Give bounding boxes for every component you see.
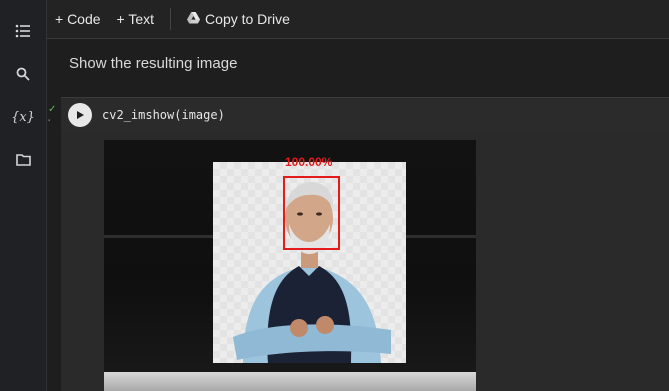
text-cell-content: Show the resulting image <box>69 55 238 72</box>
detection-confidence-label: 100.00% <box>285 155 333 169</box>
search-icon[interactable] <box>9 60 37 88</box>
image-bottom-strip <box>104 372 476 391</box>
output-image: 100.00% <box>104 140 476 391</box>
run-cell-button[interactable] <box>68 103 92 127</box>
code-editor[interactable]: cv2_imshow(image) <box>102 108 225 122</box>
drive-icon <box>187 11 201 27</box>
execution-check-icon: ✓ <box>48 104 57 115</box>
add-text-button[interactable]: + Text <box>109 5 163 33</box>
copy-to-drive-label: Copy to Drive <box>205 11 290 27</box>
notebook-toolbar: + Code + Text Copy to Drive <box>47 0 669 39</box>
table-of-contents-icon[interactable] <box>9 17 37 45</box>
toolbar-divider <box>170 8 172 30</box>
copy-to-drive-button[interactable]: Copy to Drive <box>179 5 298 33</box>
files-folder-icon[interactable] <box>9 146 37 174</box>
execution-time-marker: ▪ <box>48 118 51 124</box>
left-sidebar: {x} <box>0 0 47 391</box>
cell-gutter <box>47 97 61 391</box>
play-icon <box>77 111 84 119</box>
variables-icon[interactable]: {x} <box>9 103 37 131</box>
add-code-button[interactable]: + Code <box>47 5 109 33</box>
add-text-label: + Text <box>116 11 155 27</box>
text-cell[interactable]: Show the resulting image <box>47 39 669 97</box>
code-cell[interactable]: cv2_imshow(image) <box>61 97 669 133</box>
detection-bounding-box <box>283 176 340 250</box>
add-code-label: + Code <box>55 11 101 27</box>
